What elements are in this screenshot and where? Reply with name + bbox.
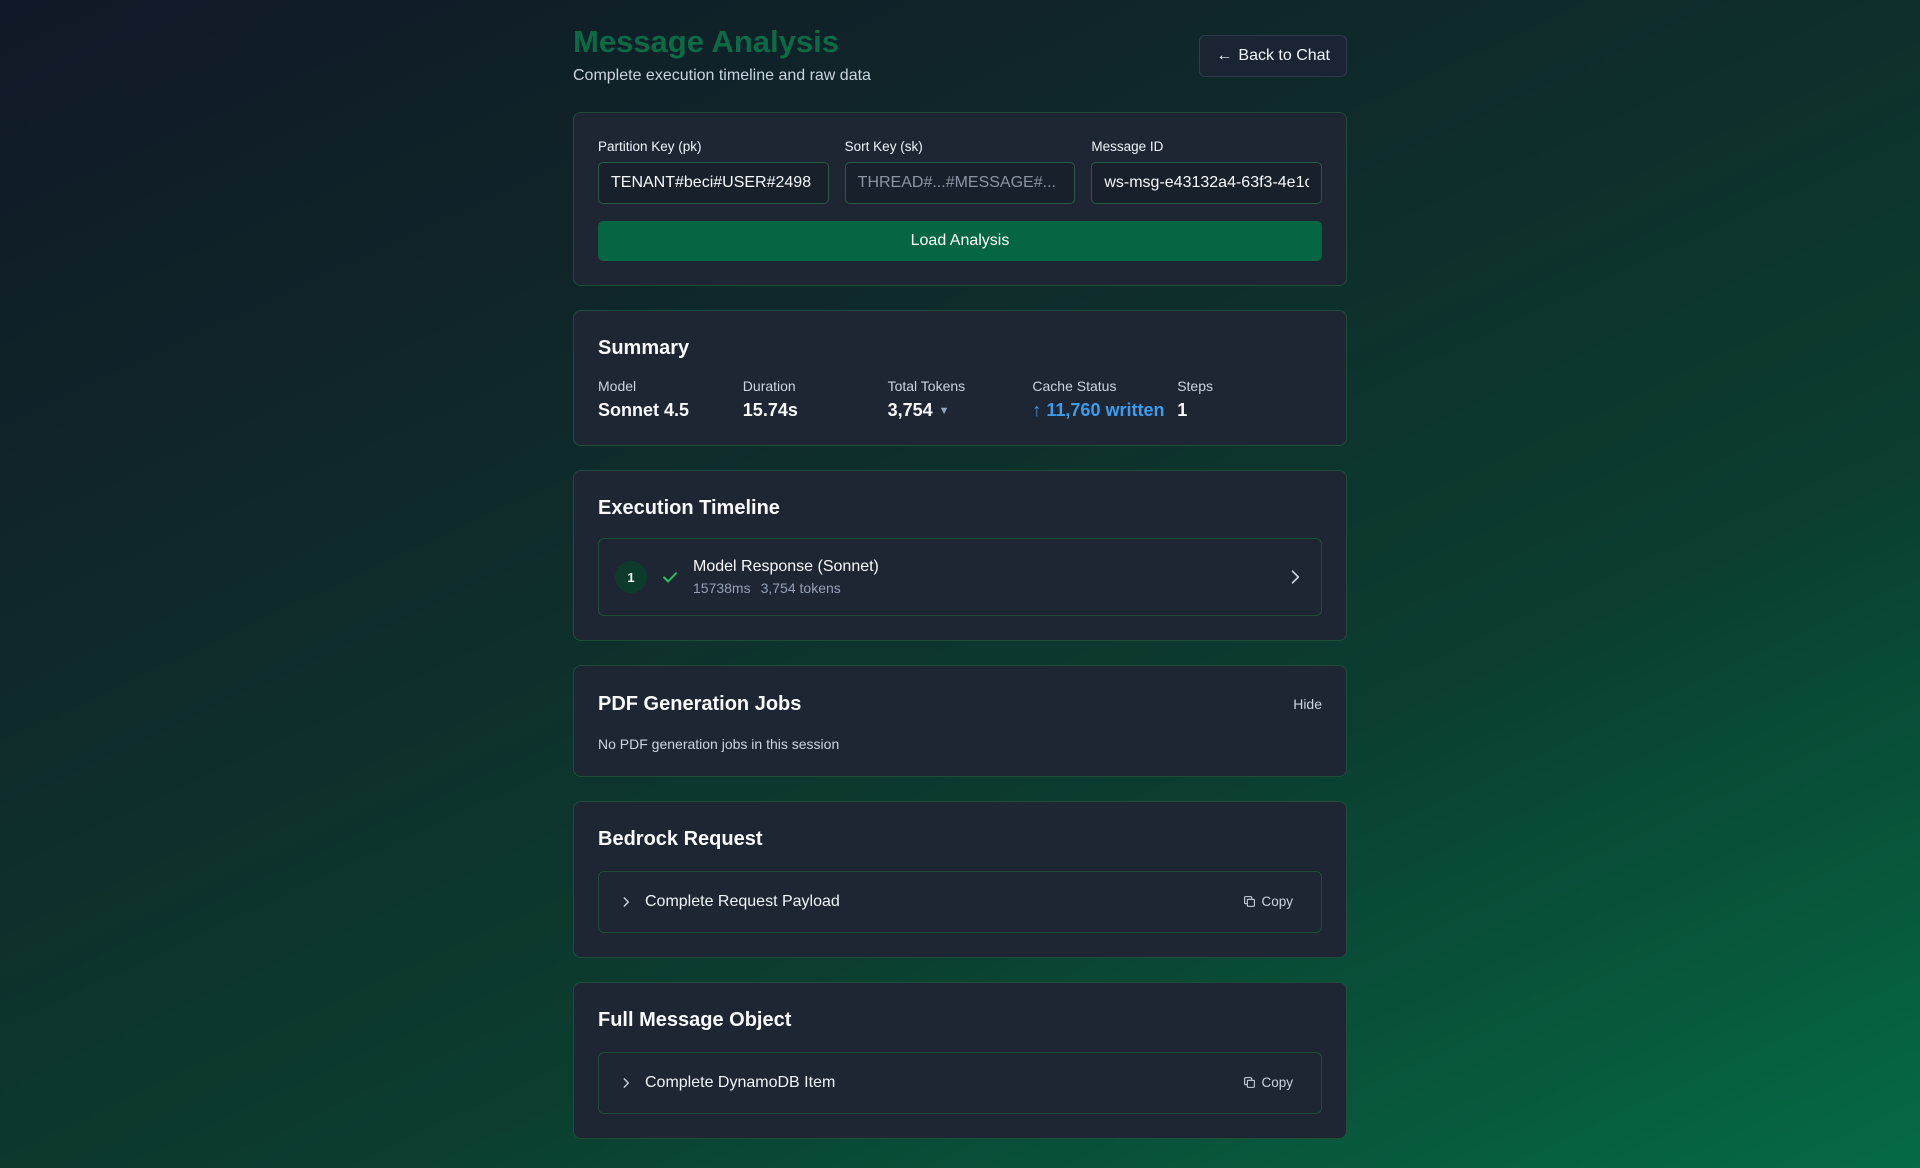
copy-icon bbox=[1244, 896, 1256, 907]
stat-label: Model bbox=[598, 378, 637, 394]
copy-label: Copy bbox=[1261, 1075, 1293, 1090]
stat-model: Model Sonnet 4.5 bbox=[598, 378, 743, 421]
chevron-right-icon[interactable] bbox=[1285, 567, 1305, 587]
arrow-left-icon: ← bbox=[1216, 47, 1233, 64]
stat-duration: Duration 15.74s bbox=[743, 378, 888, 421]
sk-field-group: Sort Key (sk) bbox=[844, 137, 1076, 204]
summary-heading: Summary bbox=[598, 337, 690, 359]
page-header: Message Analysis Complete execution time… bbox=[573, 0, 1347, 112]
lookup-card: Partition Key (pk) Sort Key (sk) Message… bbox=[573, 112, 1347, 286]
pdf-jobs-card: PDF Generation Jobs Hide No PDF generati… bbox=[573, 665, 1347, 777]
request-payload-label: Complete Request Payload bbox=[645, 893, 840, 910]
page-title: Message Analysis bbox=[573, 24, 839, 59]
timeline-item-meta: 15738ms 3,754 tokens bbox=[693, 580, 879, 596]
message-id-label: Message ID bbox=[1091, 139, 1164, 154]
full-message-card: Full Message Object Complete DynamoDB It… bbox=[573, 982, 1347, 1139]
stat-label: Duration bbox=[742, 378, 796, 394]
stat-cache-status: Cache Status ↑ 11,760 written bbox=[1032, 378, 1177, 421]
copy-icon bbox=[1244, 1077, 1256, 1088]
back-button-label: Back to Chat bbox=[1238, 47, 1330, 64]
pk-input[interactable] bbox=[598, 162, 829, 204]
summary-stats: Model Sonnet 4.5 Duration 15.74s Total T… bbox=[598, 378, 1322, 421]
stat-value: ↑ 11,760 written bbox=[1032, 400, 1165, 420]
stat-label: Cache Status bbox=[1032, 378, 1117, 394]
page-container: Message Analysis Complete execution time… bbox=[573, 0, 1347, 1163]
stat-value: Sonnet 4.5 bbox=[598, 400, 690, 420]
stat-value: 1 bbox=[1177, 400, 1188, 420]
timeline-item-text: Model Response (Sonnet) 15738ms 3,754 tok… bbox=[693, 558, 879, 596]
page-subtitle: Complete execution timeline and raw data bbox=[573, 67, 871, 84]
stat-label: Total Tokens bbox=[887, 378, 966, 394]
message-id-field-group: Message ID bbox=[1091, 137, 1323, 204]
timeline-item-title: Model Response (Sonnet) bbox=[693, 558, 879, 575]
copy-label: Copy bbox=[1261, 894, 1293, 909]
back-to-chat-button[interactable]: ← Back to Chat bbox=[1199, 35, 1347, 77]
check-icon bbox=[663, 572, 677, 583]
message-id-input[interactable] bbox=[1091, 162, 1323, 204]
bedrock-request-card: Bedrock Request Complete Request Payload… bbox=[573, 801, 1347, 958]
copy-request-button[interactable]: Copy bbox=[1243, 894, 1293, 909]
full-message-heading: Full Message Object bbox=[598, 1009, 792, 1031]
stat-value: 15.74s bbox=[742, 400, 798, 420]
bedrock-request-heading: Bedrock Request bbox=[598, 828, 763, 850]
step-number-badge: 1 bbox=[615, 561, 647, 593]
timeline-card: Execution Timeline 1 Model Response (Son… bbox=[573, 470, 1347, 641]
caret-down-icon[interactable]: ▼ bbox=[939, 405, 950, 417]
stat-label: Steps bbox=[1177, 378, 1213, 394]
pdf-jobs-empty-text: No PDF generation jobs in this session bbox=[598, 736, 840, 752]
timeline-item[interactable]: 1 Model Response (Sonnet) 15738ms 3,754 t… bbox=[598, 538, 1322, 616]
copy-dynamodb-button[interactable]: Copy bbox=[1243, 1075, 1293, 1090]
chevron-right-icon[interactable] bbox=[619, 895, 633, 909]
timeline-item-duration: 15738ms bbox=[693, 580, 751, 596]
stat-value[interactable]: 3,754 ▼ bbox=[888, 400, 1033, 421]
timeline-heading: Execution Timeline bbox=[598, 497, 780, 519]
pk-field-group: Partition Key (pk) bbox=[598, 137, 829, 204]
dynamodb-item-label: Complete DynamoDB Item bbox=[645, 1074, 836, 1091]
timeline-item-tokens: 3,754 tokens bbox=[760, 580, 841, 596]
stat-steps: Steps 1 bbox=[1177, 378, 1322, 421]
pk-label: Partition Key (pk) bbox=[598, 139, 702, 154]
key-fields: Partition Key (pk) Sort Key (sk) Message… bbox=[598, 137, 1323, 204]
dynamodb-item-row[interactable]: Complete DynamoDB Item Copy bbox=[598, 1052, 1322, 1114]
sk-input[interactable] bbox=[844, 162, 1076, 204]
sk-label: Sort Key (sk) bbox=[844, 139, 923, 154]
pdf-jobs-heading: PDF Generation Jobs bbox=[598, 693, 802, 715]
hide-pdf-jobs-toggle[interactable]: Hide bbox=[1293, 696, 1322, 712]
stat-total-tokens[interactable]: Total Tokens 3,754 ▼ bbox=[888, 378, 1033, 421]
summary-card: Summary Model Sonnet 4.5 Duration 15.74s… bbox=[573, 310, 1347, 446]
request-payload-row[interactable]: Complete Request Payload Copy bbox=[598, 871, 1322, 933]
chevron-right-icon[interactable] bbox=[619, 1076, 633, 1090]
load-analysis-button[interactable]: Load Analysis bbox=[598, 221, 1322, 261]
